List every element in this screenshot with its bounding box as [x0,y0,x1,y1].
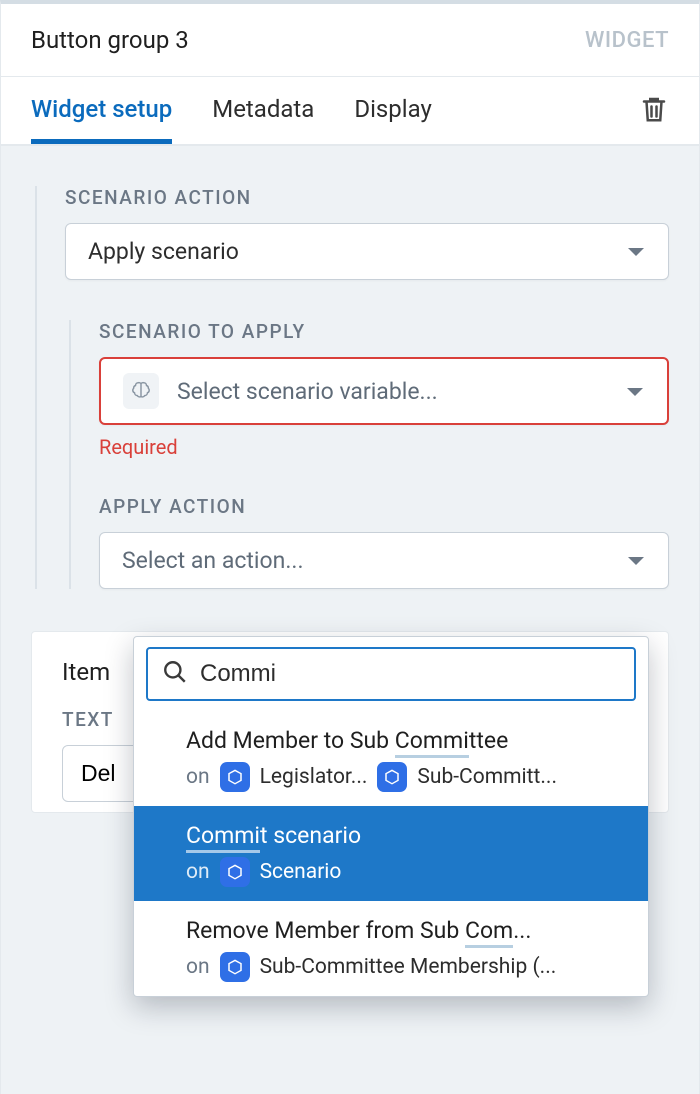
tab-display[interactable]: Display [354,77,432,144]
trash-icon[interactable] [639,94,669,128]
scenario-config-card: SCENARIO ACTION Apply scenario SCENARIO … [1,146,699,619]
option-add-member[interactable]: Add Member to Sub Committee on Legislato… [134,711,648,806]
entity-chip: Sub-Committ... [417,765,557,789]
search-wrap [134,637,648,711]
option-subline: on Legislator... Sub-Committ... [186,762,636,792]
action-search-input[interactable] [200,660,620,688]
scenario-action-value: Apply scenario [88,238,239,265]
widget-title: Button group 3 [31,26,189,54]
tab-metadata[interactable]: Metadata [212,77,314,144]
nested-section: SCENARIO TO APPLY Select scenario variab… [65,320,669,589]
entity-chip: Scenario [260,860,342,884]
tab-widget-setup[interactable]: Widget setup [31,77,172,144]
scenario-required-error: Required [99,435,669,459]
option-title: Add Member to Sub Committee [186,727,636,754]
option-subline: on Sub-Committee Membership (... [186,952,636,982]
brain-icon [123,373,159,409]
apply-action-select[interactable]: Select an action... [99,532,669,589]
caret-down-icon [626,238,646,265]
entity-chip: Legislator... [260,765,368,789]
cube-icon [220,952,250,982]
scenario-action-section: SCENARIO ACTION Apply scenario SCENARIO … [35,186,669,589]
cube-icon [220,857,250,887]
panel-body: SCENARIO ACTION Apply scenario SCENARIO … [1,145,699,1094]
select-inner: Select scenario variable... [123,373,438,409]
scenario-to-apply-placeholder: Select scenario variable... [177,378,438,405]
widget-config-panel: Button group 3 WIDGET Widget setup Metad… [0,0,700,1094]
tabs: Widget setup Metadata Display [31,77,432,144]
caret-down-icon [626,547,646,574]
option-subline: on Scenario [186,857,636,887]
scenario-to-apply-select[interactable]: Select scenario variable... [99,357,669,425]
search-icon [162,659,188,689]
scenario-to-apply-label: SCENARIO TO APPLY [99,320,669,343]
action-dropdown: Add Member to Sub Committee on Legislato… [133,636,649,997]
scenario-action-select[interactable]: Apply scenario [65,223,669,280]
widget-type-badge: WIDGET [585,28,669,53]
cube-icon [220,762,250,792]
apply-action-label: APPLY ACTION [99,495,669,518]
nested-indent: SCENARIO TO APPLY Select scenario variab… [69,320,669,589]
option-commit-scenario[interactable]: Commit scenario on Scenario [134,806,648,901]
option-title: Remove Member from Sub Com... [186,917,636,944]
apply-action-placeholder: Select an action... [122,547,304,574]
cube-icon [377,762,407,792]
search-box [146,647,636,701]
option-title: Commit scenario [186,822,636,849]
tabs-row: Widget setup Metadata Display [1,76,699,145]
caret-down-icon [625,378,645,405]
panel-header: Button group 3 WIDGET [1,4,699,76]
option-remove-member[interactable]: Remove Member from Sub Com... on Sub-Com… [134,901,648,996]
scenario-action-label: SCENARIO ACTION [65,186,669,209]
entity-chip: Sub-Committee Membership (... [260,955,557,979]
